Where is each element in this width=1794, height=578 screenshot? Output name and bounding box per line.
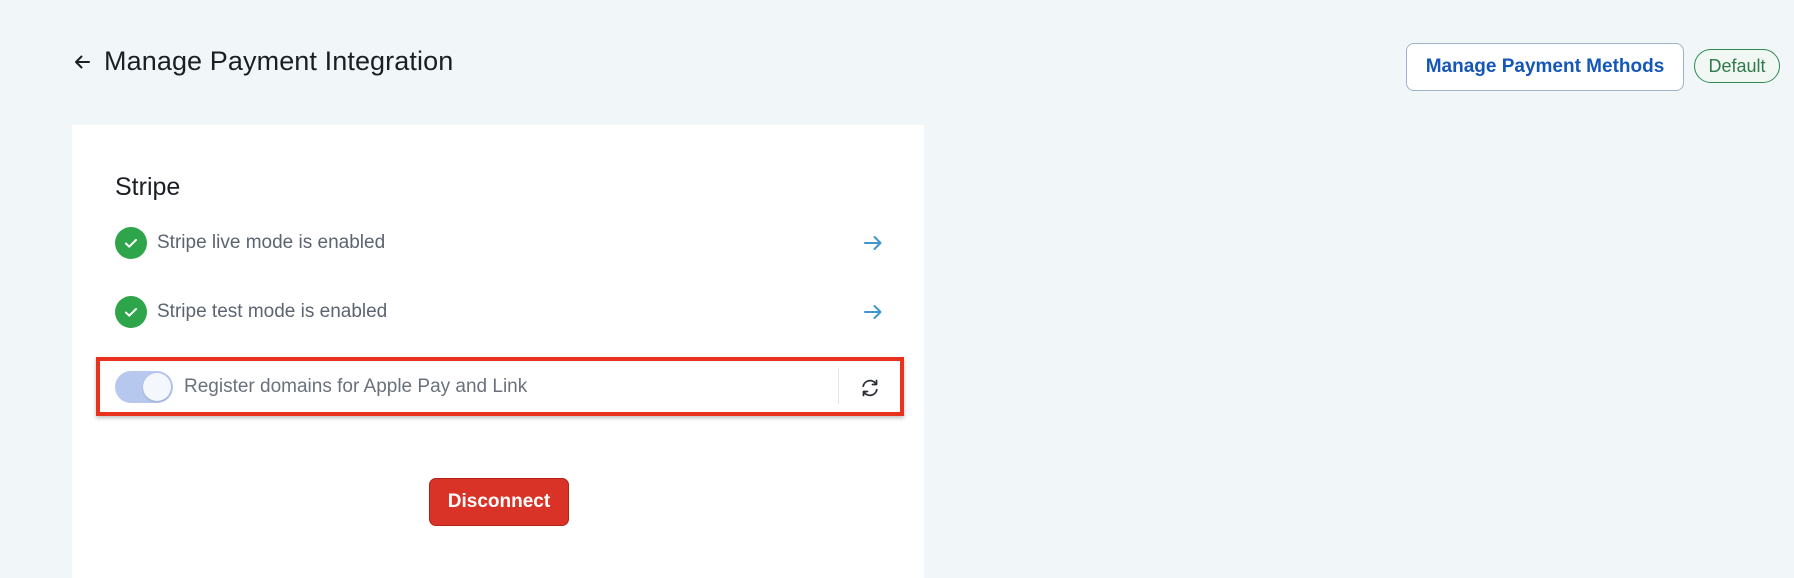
status-row-test-mode: Stripe test mode is enabled [115, 295, 885, 329]
check-circle-icon [115, 227, 147, 259]
disconnect-button[interactable]: Disconnect [429, 478, 569, 526]
register-domains-label: Register domains for Apple Pay and Link [184, 376, 528, 397]
arrow-left-icon [75, 55, 90, 69]
page-title: Manage Payment Integration [104, 46, 454, 76]
page: Manage Payment Integration Manage Paymen… [0, 0, 1794, 578]
refresh-icon [861, 379, 878, 396]
manage-payment-methods-button[interactable]: Manage Payment Methods [1406, 43, 1684, 91]
arrow-right-icon[interactable] [861, 231, 885, 255]
toggle-knob [143, 373, 171, 401]
status-label: Stripe test mode is enabled [157, 301, 388, 322]
status-label: Stripe live mode is enabled [157, 232, 386, 253]
check-circle-icon [115, 296, 147, 328]
divider [838, 368, 839, 404]
default-badge: Default [1694, 49, 1780, 83]
register-domains-toggle[interactable] [115, 371, 173, 403]
status-row-live-mode: Stripe live mode is enabled [115, 226, 885, 260]
register-domains-row: Register domains for Apple Pay and Link [115, 371, 885, 403]
back-button[interactable] [70, 50, 94, 74]
refresh-button[interactable] [857, 375, 882, 400]
card-title: Stripe [115, 173, 181, 201]
arrow-right-icon[interactable] [861, 300, 885, 324]
